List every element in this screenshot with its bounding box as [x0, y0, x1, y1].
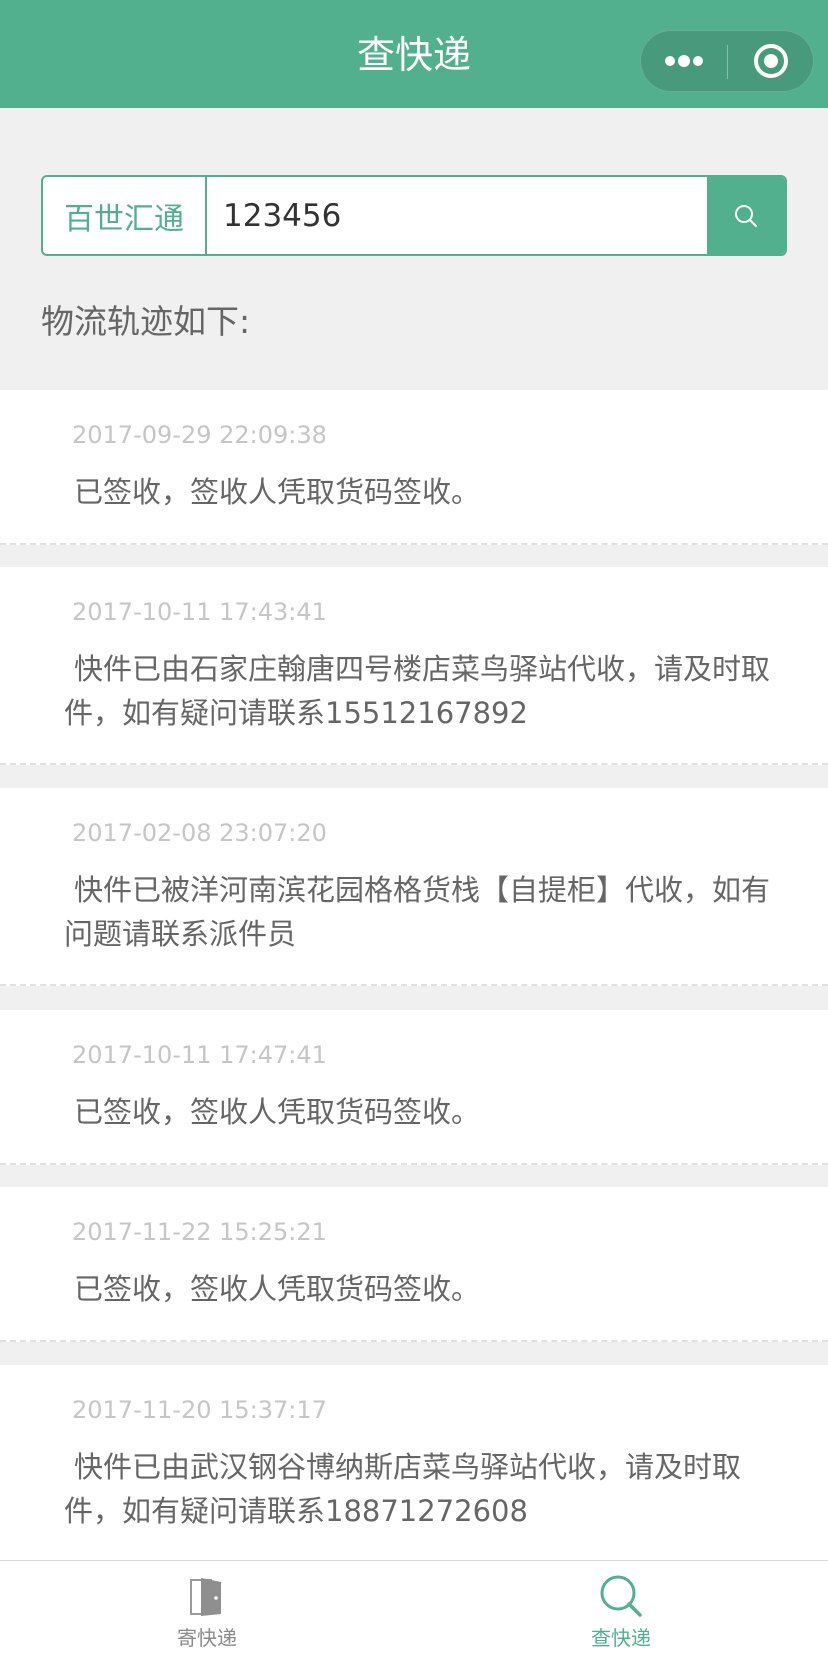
tab-query-express[interactable]: 查快递	[414, 1561, 828, 1660]
search-button[interactable]	[707, 177, 785, 254]
track-desc: 已签收，签收人凭取货码签收。	[74, 475, 481, 509]
track-desc: 快件已被洋河南滨花园格格货栈【自提柜】代收，如有问题请联系派件员	[64, 873, 771, 951]
tab-label: 寄快递	[177, 1626, 237, 1650]
tab-bar: 寄快递 查快递	[0, 1560, 828, 1660]
list-item: 2017-10-11 17:43:41 快件已由石家庄翰唐四号楼店菜鸟驿站代收，…	[0, 567, 828, 765]
capsule-menu	[640, 30, 814, 92]
nav-bar: 查快递	[0, 0, 828, 108]
list-item: 2017-11-22 15:25:21 已签收，签收人凭取货码签收。	[0, 1187, 828, 1342]
list-item: 2017-11-20 15:37:17 快件已由武汉钢谷博纳斯店菜鸟驿站代收，请…	[0, 1365, 828, 1565]
section-label: 物流轨迹如下:	[41, 302, 251, 341]
carrier-selector[interactable]: 百世汇通	[43, 177, 207, 254]
track-desc: 已签收，签收人凭取货码签收。	[74, 1272, 481, 1306]
tab-send-express[interactable]: 寄快递	[0, 1561, 414, 1660]
track-time: 2017-09-29 22:09:38	[72, 421, 327, 449]
target-close-icon[interactable]	[728, 31, 814, 91]
track-time: 2017-10-11 17:43:41	[72, 598, 327, 626]
more-dots-icon[interactable]	[641, 31, 727, 91]
search-icon	[735, 204, 757, 227]
list-item: 2017-09-29 22:09:38 已签收，签收人凭取货码签收。	[0, 390, 828, 545]
search-bar: 百世汇通	[41, 175, 787, 256]
list-item: 2017-02-08 23:07:20 快件已被洋河南滨花园格格货栈【自提柜】代…	[0, 788, 828, 986]
track-time: 2017-11-22 15:25:21	[72, 1218, 327, 1246]
track-desc: 快件已由石家庄翰唐四号楼店菜鸟驿站代收，请及时取件，如有疑问请联系1551216…	[64, 652, 771, 730]
tab-label: 查快递	[591, 1626, 651, 1650]
door-icon	[181, 1571, 233, 1621]
track-desc: 已签收，签收人凭取货码签收。	[74, 1095, 481, 1129]
list-item: 2017-10-11 17:47:41 已签收，签收人凭取货码签收。	[0, 1010, 828, 1165]
track-time: 2017-02-08 23:07:20	[72, 819, 327, 847]
track-desc: 快件已由武汉钢谷博纳斯店菜鸟驿站代收，请及时取件，如有疑问请联系18871272…	[64, 1450, 742, 1528]
track-time: 2017-11-20 15:37:17	[72, 1396, 327, 1424]
tracking-number-input[interactable]	[207, 177, 707, 254]
magnifier-icon	[595, 1571, 647, 1621]
track-time: 2017-10-11 17:47:41	[72, 1041, 327, 1069]
